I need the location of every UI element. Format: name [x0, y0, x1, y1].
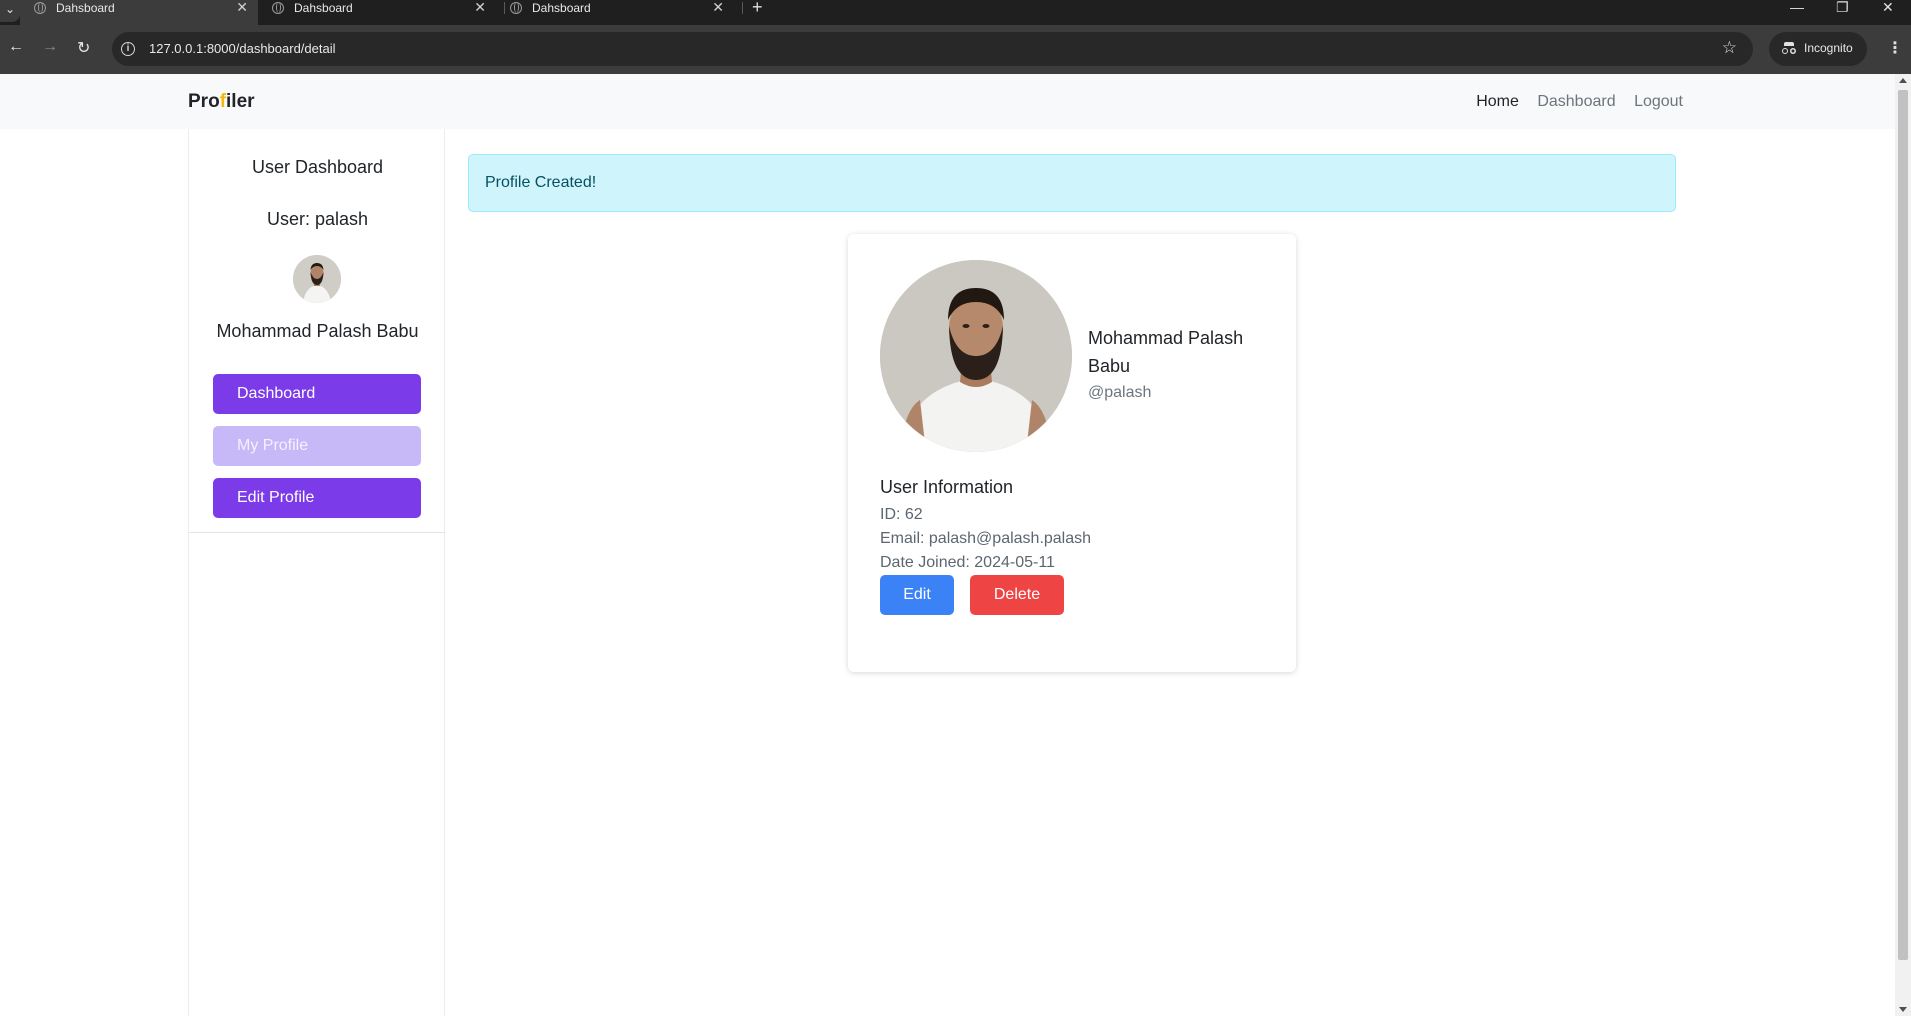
bookmark-star-icon[interactable]: ☆	[1722, 38, 1737, 58]
incognito-label: Incognito	[1804, 41, 1853, 55]
profile-avatar	[880, 260, 1072, 452]
address-bar[interactable]: i 127.0.0.1:8000/dashboard/detail ☆	[112, 32, 1753, 66]
reload-icon[interactable]: ↻	[77, 38, 90, 58]
brand-text-end: iler	[226, 91, 255, 112]
nav-home-link[interactable]: Home	[1476, 93, 1519, 110]
user-information-heading: User Information	[880, 477, 1014, 497]
scroll-up-arrow-icon[interactable]	[1899, 78, 1907, 83]
profile-handle: @palash	[1088, 384, 1152, 401]
sidebar-username: User: palash	[266, 209, 369, 229]
sidebar-divider	[189, 532, 445, 533]
browser-tab-1[interactable]: Dahsboard ✕	[20, 0, 258, 25]
sidebar-avatar	[293, 255, 341, 303]
nav-dashboard-link[interactable]: Dashboard	[1537, 93, 1615, 110]
site-navbar: Profiler Home Dashboard Logout	[0, 74, 1895, 129]
sidebar-dashboard-button[interactable]: Dashboard	[213, 374, 421, 414]
profile-photo	[880, 260, 1072, 452]
globe-icon	[34, 2, 46, 14]
tab-title: Dahsboard	[56, 1, 115, 15]
sidebar-title: User Dashboard	[251, 157, 384, 177]
page-viewport: Profiler Home Dashboard Logout User Dash…	[0, 74, 1895, 1016]
close-tab-icon[interactable]: ✕	[474, 0, 486, 15]
brand-text-start: Pro	[188, 91, 220, 112]
browser-menu-icon[interactable]: ⋮	[1887, 38, 1903, 58]
avatar-photo	[293, 255, 341, 303]
user-id: ID: 62	[880, 506, 923, 523]
brand-logo[interactable]: Profiler	[188, 91, 255, 113]
tab-title: Dahsboard	[532, 1, 591, 15]
minimize-icon[interactable]: —	[1790, 0, 1804, 15]
profile-card: Mohammad Palash Babu @palash User Inform…	[848, 234, 1296, 672]
dashboard-sidebar: User Dashboard User: palash Mohammad Pal…	[188, 129, 445, 1016]
page-scrollbar[interactable]	[1895, 74, 1911, 1016]
sidebar-my-profile-button[interactable]: My Profile	[213, 426, 421, 466]
success-alert: Profile Created!	[468, 154, 1676, 212]
site-info-icon[interactable]: i	[121, 42, 135, 56]
nav-logout-link[interactable]: Logout	[1634, 93, 1683, 110]
window-close-icon[interactable]: ✕	[1882, 0, 1894, 16]
scrollbar-thumb[interactable]	[1898, 90, 1908, 960]
new-tab-plus-icon[interactable]: +	[752, 0, 763, 18]
close-tab-icon[interactable]: ✕	[236, 0, 248, 15]
user-date-joined: Date Joined: 2024-05-11	[880, 554, 1055, 571]
close-tab-icon[interactable]: ✕	[712, 0, 724, 15]
globe-icon	[272, 2, 284, 14]
delete-button[interactable]: Delete	[970, 575, 1064, 615]
sidebar-edit-profile-button[interactable]: Edit Profile	[213, 478, 421, 518]
edit-button[interactable]: Edit	[880, 575, 954, 615]
browser-tab-3[interactable]: Dahsboard ✕	[496, 0, 734, 25]
incognito-indicator[interactable]: Incognito	[1769, 32, 1867, 66]
browser-tab-2[interactable]: Dahsboard ✕	[258, 0, 496, 25]
tab-search-chevron-icon[interactable]: ⌄	[0, 0, 20, 22]
nav-links: Home Dashboard Logout	[1462, 93, 1683, 111]
url-text[interactable]: 127.0.0.1:8000/dashboard/detail	[149, 41, 336, 56]
incognito-icon	[1782, 42, 1796, 54]
scroll-down-arrow-icon[interactable]	[1899, 1007, 1907, 1012]
browser-tab-strip: ⌄ Dahsboard ✕ Dahsboard ✕ Dahsboard ✕ + …	[0, 0, 1911, 25]
back-arrow-icon[interactable]: ←	[8, 38, 24, 56]
sidebar-full-name: Mohammad Palash Babu	[216, 321, 419, 341]
profile-full-name: Mohammad Palash Babu	[1088, 328, 1244, 376]
browser-toolbar: ← → ↻ i 127.0.0.1:8000/dashboard/detail …	[0, 25, 1911, 74]
tab-title: Dahsboard	[294, 1, 353, 15]
restore-icon[interactable]: ❐	[1836, 0, 1849, 16]
tab-separator	[742, 2, 743, 14]
forward-arrow-icon[interactable]: →	[42, 38, 58, 56]
user-email: Email: palash@palash.palash	[880, 530, 1092, 547]
globe-icon	[510, 2, 522, 14]
